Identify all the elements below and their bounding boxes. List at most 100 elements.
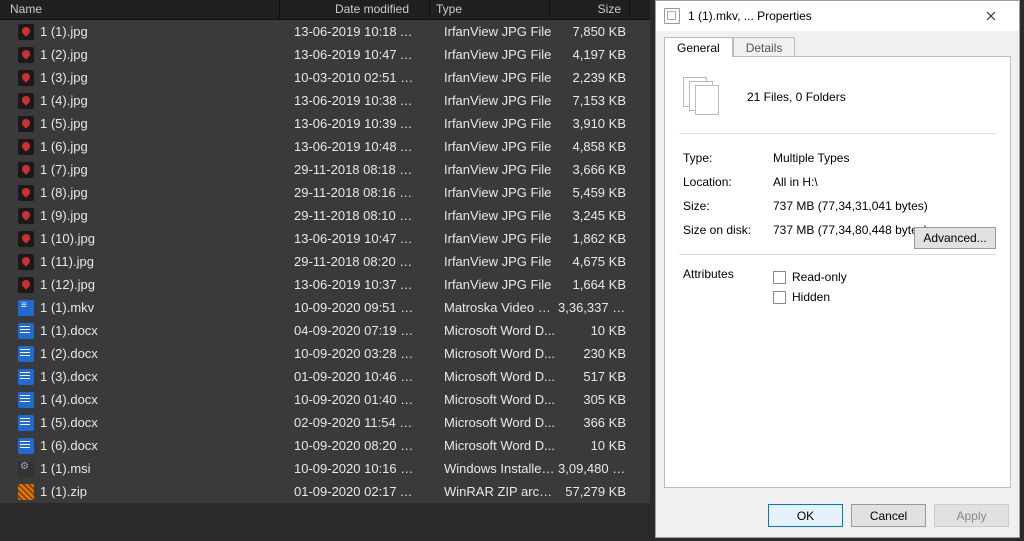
file-row[interactable]: 1 (3).jpg 10-03-2010 02:51 PMIrfanView JP… [0, 66, 650, 89]
apply-button[interactable]: Apply [934, 504, 1009, 527]
file-date: 13-06-2019 10:47 AM [288, 47, 438, 62]
file-row[interactable]: 1 (1).zip 01-09-2020 02:17 AMWinRAR ZIP a… [0, 480, 650, 503]
file-type: IrfanView JPG File [438, 139, 558, 154]
column-header-type[interactable]: Type [430, 0, 550, 19]
multi-file-large-icon [683, 77, 723, 117]
file-date: 10-09-2020 09:51 PM [288, 300, 438, 315]
prop-size-value: 737 MB (77,34,31,041 bytes) [773, 199, 996, 213]
dialog-titlebar[interactable]: 1 (1).mkv, ... Properties [656, 1, 1019, 31]
docx-icon [18, 369, 34, 385]
file-name: 1 (8).jpg [40, 185, 88, 200]
file-row[interactable]: 1 (4).jpg13-06-2019 10:38 AMIrfanView JP… [0, 89, 650, 112]
file-type: IrfanView JPG File [438, 231, 558, 246]
file-type: Microsoft Word D... [438, 415, 558, 430]
file-type: IrfanView JPG File [438, 70, 558, 85]
file-row[interactable]: 1 (8).jpg29-11-2018 08:16 PMIrfanView JP… [0, 181, 650, 204]
column-headers: Name Date modified Type Size [0, 0, 650, 20]
readonly-checkbox[interactable] [773, 271, 786, 284]
file-size: 4,675 KB [558, 254, 638, 269]
file-type: Microsoft Word D... [438, 346, 558, 361]
cancel-button[interactable]: Cancel [851, 504, 926, 527]
file-size: 3,36,337 KB [558, 300, 638, 315]
file-row[interactable]: 1 (3).docx01-09-2020 10:46 PMMicrosoft W… [0, 365, 650, 388]
file-name: 1 (1).zip [40, 484, 87, 499]
file-name: 1 (9).jpg [40, 208, 88, 223]
file-row[interactable]: 1 (11).jpg29-11-2018 08:20 PMIrfanView J… [0, 250, 650, 273]
file-name: 1 (3).docx [40, 369, 98, 384]
file-size: 5,459 KB [558, 185, 638, 200]
column-header-date[interactable]: Date modified [280, 0, 430, 19]
file-date: 10-09-2020 08:20 PM [288, 438, 438, 453]
ok-button[interactable]: OK [768, 504, 843, 527]
file-row[interactable]: 1 (6).docx10-09-2020 08:20 PMMicrosoft W… [0, 434, 650, 457]
docx-icon [18, 415, 34, 431]
tab-general[interactable]: General [664, 37, 733, 57]
file-name: 1 (3).jpg [40, 70, 88, 85]
file-date: 10-03-2010 02:51 PM [288, 70, 438, 85]
multi-file-icon [664, 8, 680, 24]
file-row[interactable]: 1 (7).jpg29-11-2018 08:18 PMIrfanView JP… [0, 158, 650, 181]
docx-icon [18, 438, 34, 454]
file-row[interactable]: 1 (5).docx02-09-2020 11:54 PMMicrosoft W… [0, 411, 650, 434]
file-size: 4,197 KB [558, 47, 638, 62]
docx-icon [18, 323, 34, 339]
file-size: 305 KB [558, 392, 638, 407]
hidden-label: Hidden [792, 290, 830, 304]
file-row[interactable]: 1 (12).jpg13-06-2019 10:37 AMIrfanView J… [0, 273, 650, 296]
jpg-icon [18, 208, 34, 224]
file-date: 13-06-2019 10:39 AM [288, 116, 438, 131]
hidden-checkbox[interactable] [773, 291, 786, 304]
jpg-icon [18, 254, 34, 270]
file-explorer-panel: Name Date modified Type Size 1 (1).jpg13… [0, 0, 650, 541]
file-name: 1 (6).jpg [40, 139, 88, 154]
file-row[interactable]: 1 (9).jpg29-11-2018 08:10 PMIrfanView JP… [0, 204, 650, 227]
tab-content-general: 21 Files, 0 Folders Type:Multiple Types … [664, 56, 1011, 488]
file-date: 29-11-2018 08:20 PM [288, 254, 438, 269]
file-type: IrfanView JPG File [438, 277, 558, 292]
zip-icon [18, 484, 34, 500]
dialog-title: 1 (1).mkv, ... Properties [688, 9, 812, 23]
prop-type-value: Multiple Types [773, 151, 996, 165]
file-row[interactable]: 1 (1).jpg13-06-2019 10:18 AMIrfanView JP… [0, 20, 650, 43]
column-header-size[interactable]: Size [550, 0, 630, 19]
file-row[interactable]: 1 (10).jpg13-06-2019 10:47 AMIrfanView J… [0, 227, 650, 250]
file-size: 3,09,480 KB [558, 461, 638, 476]
file-row[interactable]: 1 (4).docx10-09-2020 01:40 PMMicrosoft W… [0, 388, 650, 411]
hidden-checkbox-row[interactable]: Hidden [773, 287, 996, 307]
file-size: 2,239 KB [558, 70, 638, 85]
file-name: 1 (4).docx [40, 392, 98, 407]
file-name: 1 (1).jpg [40, 24, 88, 39]
file-date: 13-06-2019 10:37 AM [288, 277, 438, 292]
file-type: IrfanView JPG File [438, 185, 558, 200]
file-row[interactable]: 1 (2).docx10-09-2020 03:28 PMMicrosoft W… [0, 342, 650, 365]
file-type: IrfanView JPG File [438, 47, 558, 62]
file-row[interactable]: 1 (1).docx04-09-2020 07:19 PMMicrosoft W… [0, 319, 650, 342]
file-type: WinRAR ZIP archive [438, 484, 558, 499]
readonly-checkbox-row[interactable]: Read-only [773, 267, 996, 287]
file-name: 1 (4).jpg [40, 93, 88, 108]
close-button[interactable] [971, 1, 1011, 31]
file-type: IrfanView JPG File [438, 162, 558, 177]
file-name: 1 (5).docx [40, 415, 98, 430]
file-summary: 21 Files, 0 Folders [747, 90, 846, 104]
file-date: 10-09-2020 03:28 PM [288, 346, 438, 361]
file-row[interactable]: 1 (5).jpg13-06-2019 10:39 AMIrfanView JP… [0, 112, 650, 135]
prop-type-label: Type: [683, 151, 773, 165]
file-type: IrfanView JPG File [438, 254, 558, 269]
file-size: 7,153 KB [558, 93, 638, 108]
file-date: 01-09-2020 10:46 PM [288, 369, 438, 384]
file-size: 10 KB [558, 438, 638, 453]
msi-icon [18, 461, 34, 477]
file-row[interactable]: 1 (6).jpg 13-06-2019 10:48 AMIrfanView JP… [0, 135, 650, 158]
jpg-icon [18, 116, 34, 132]
file-row[interactable]: 1 (1).mkv10-09-2020 09:51 PMMatroska Vid… [0, 296, 650, 319]
file-date: 01-09-2020 02:17 AM [288, 484, 438, 499]
file-size: 3,245 KB [558, 208, 638, 223]
file-date: 13-06-2019 10:48 AM [288, 139, 438, 154]
file-row[interactable]: 1 (2).jpg13-06-2019 10:47 AMIrfanView JP… [0, 43, 650, 66]
tab-details[interactable]: Details [733, 37, 796, 57]
advanced-button[interactable]: Advanced... [914, 227, 996, 249]
column-header-name[interactable]: Name [0, 0, 280, 19]
file-row[interactable]: 1 (1).msi10-09-2020 10:16 PMWindows Inst… [0, 457, 650, 480]
file-date: 13-06-2019 10:38 AM [288, 93, 438, 108]
